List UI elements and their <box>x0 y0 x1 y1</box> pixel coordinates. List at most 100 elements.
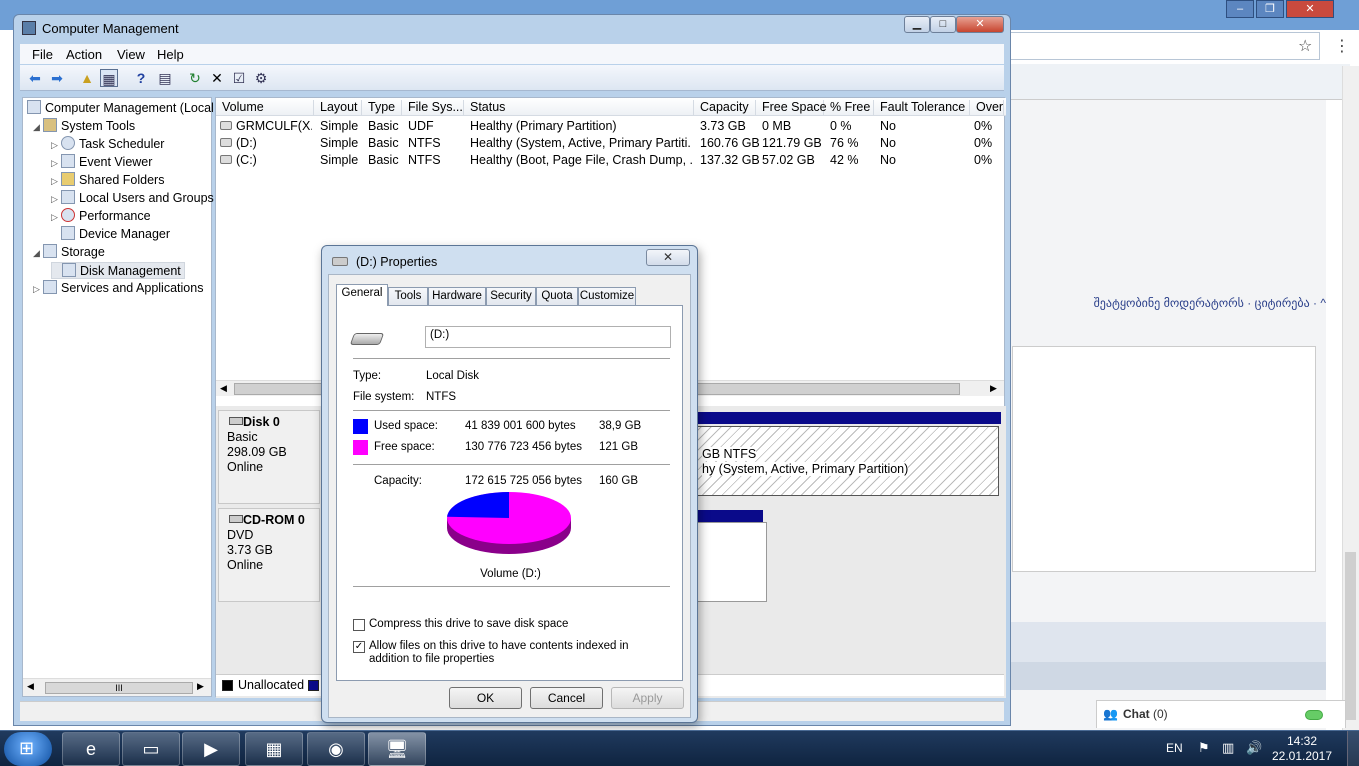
column-percent-free[interactable]: % Free <box>824 100 874 116</box>
forward-arrow-icon[interactable]: ➡ <box>48 69 66 87</box>
expand-arrow-icon[interactable]: ▷ <box>51 212 61 223</box>
delete-icon[interactable]: ✕ <box>208 69 226 87</box>
report-quote-links[interactable]: შეატყობინე მოდერატორს · ციტირება · ^ <box>1012 296 1326 310</box>
browser-maximize-button[interactable]: ❐ <box>1256 0 1284 18</box>
media-player-icon[interactable]: ▶ <box>182 732 240 766</box>
browser-scrollbar[interactable] <box>1342 66 1359 730</box>
expand-arrow-icon[interactable]: ▷ <box>51 158 61 169</box>
network-icon[interactable]: ▥ <box>1222 740 1234 756</box>
tree-item-shared-folders[interactable]: ▷ Shared Folders <box>51 172 164 187</box>
column-filesystem[interactable]: File Sys... <box>402 100 464 116</box>
chat-toggle-icon[interactable] <box>1305 710 1323 720</box>
tab-general[interactable]: General <box>336 284 388 306</box>
tree-item-device-manager[interactable]: Device Manager <box>51 226 170 241</box>
chat-bar[interactable]: 👥 Chat (0) <box>1096 700 1346 728</box>
compress-checkbox[interactable] <box>353 619 365 631</box>
collapse-arrow-icon[interactable]: ◢ <box>33 122 43 133</box>
browser-address-bar[interactable] <box>1010 32 1320 60</box>
column-layout[interactable]: Layout <box>314 100 362 116</box>
partition-d-block[interactable]: GB NTFS hy (System, Active, Primary Part… <box>691 426 999 496</box>
browser-menu-icon[interactable]: ⋮ <box>1334 36 1350 56</box>
check-icon[interactable]: ☑ <box>230 69 248 87</box>
cdrom-0-label[interactable]: CD-ROM 0 DVD 3.73 GB Online <box>218 508 320 602</box>
tab-security[interactable]: Security <box>486 287 536 305</box>
dialog-close-button[interactable]: ✕ <box>646 249 690 266</box>
close-button[interactable]: ✕ <box>956 16 1004 33</box>
scroll-right-icon[interactable]: ▶ <box>197 681 204 692</box>
up-folder-icon[interactable]: ▲ <box>78 69 96 87</box>
column-fault-tolerance[interactable]: Fault Tolerance <box>874 100 970 116</box>
internet-explorer-icon[interactable]: e <box>62 732 120 766</box>
scroll-right-icon[interactable]: ▶ <box>990 383 997 394</box>
browser-close-button[interactable]: ✕ <box>1286 0 1334 18</box>
usage-pie-chart <box>447 492 571 554</box>
tree-item-computer-management[interactable]: Computer Management (Local <box>27 100 214 115</box>
minimize-button[interactable]: ▁ <box>904 16 930 33</box>
drive-name-field[interactable]: (D:) <box>425 326 671 348</box>
clock[interactable]: 14:32 22.01.2017 <box>1270 734 1334 764</box>
properties-list-icon[interactable]: ▤ <box>156 69 174 87</box>
back-arrow-icon[interactable]: ⬅ <box>26 69 44 87</box>
table-row[interactable]: GRMCULF(X... Simple Basic UDF Healthy (P… <box>216 118 1004 134</box>
column-status[interactable]: Status <box>464 100 694 116</box>
tab-customize[interactable]: Customize <box>578 287 636 305</box>
column-volume[interactable]: Volume <box>216 100 314 116</box>
drive-icon <box>332 257 348 266</box>
table-row[interactable]: (D:) Simple Basic NTFS Healthy (System, … <box>216 135 1004 151</box>
scroll-thumb[interactable]: III <box>45 682 193 694</box>
expand-arrow-icon[interactable]: ▷ <box>51 140 61 151</box>
maximize-button[interactable]: □ <box>930 16 956 33</box>
settings-icon[interactable]: ⚙ <box>252 69 270 87</box>
ok-button[interactable]: OK <box>449 687 522 709</box>
menu-file[interactable]: File <box>32 47 53 62</box>
tools-icon <box>43 118 57 132</box>
control-panel-icon[interactable]: ▦ <box>245 732 303 766</box>
tab-quota[interactable]: Quota <box>536 287 578 305</box>
chrome-icon[interactable]: ◉ <box>307 732 365 766</box>
tree-item-local-users[interactable]: ▷ Local Users and Groups <box>51 190 214 205</box>
tree-item-task-scheduler[interactable]: ▷ Task Scheduler <box>51 136 164 151</box>
tree-item-storage[interactable]: ◢ Storage <box>33 244 105 259</box>
scroll-left-icon[interactable]: ◀ <box>27 681 34 692</box>
expand-arrow-icon[interactable]: ▷ <box>33 284 43 295</box>
computer-management-task-icon[interactable]: 🖥 <box>368 732 426 766</box>
tree-item-system-tools[interactable]: ◢ System Tools <box>33 118 135 133</box>
column-capacity[interactable]: Capacity <box>694 100 756 116</box>
show-desktop-button[interactable] <box>1347 731 1359 766</box>
tree-item-event-viewer[interactable]: ▷ Event Viewer <box>51 154 152 169</box>
tree-item-performance[interactable]: ▷ Performance <box>51 208 151 223</box>
menu-view[interactable]: View <box>117 47 145 62</box>
volume-icon[interactable]: 🔊 <box>1246 740 1262 756</box>
menu-help[interactable]: Help <box>157 47 184 62</box>
tab-hardware[interactable]: Hardware <box>428 287 486 305</box>
show-hide-tree-icon[interactable]: ▦ <box>100 69 118 87</box>
column-overhead[interactable]: Overh <box>970 100 1004 116</box>
expand-arrow-icon[interactable]: ▷ <box>51 194 61 205</box>
refresh-icon[interactable]: ↻ <box>186 69 204 87</box>
disk-0-label[interactable]: Disk 0 Basic 298.09 GB Online <box>218 410 320 504</box>
tab-tools[interactable]: Tools <box>388 287 428 305</box>
flag-icon[interactable]: ⚑ <box>1198 740 1210 756</box>
language-indicator[interactable]: EN <box>1166 741 1183 755</box>
bookmark-star-icon[interactable]: ☆ <box>1298 36 1312 56</box>
menu-action[interactable]: Action <box>66 47 102 62</box>
browser-minimize-button[interactable]: – <box>1226 0 1254 18</box>
column-type[interactable]: Type <box>362 100 402 116</box>
collapse-arrow-icon[interactable]: ◢ <box>33 248 43 259</box>
start-button[interactable]: ⊞ <box>4 732 52 766</box>
tree-horizontal-scrollbar[interactable]: ◀ III ▶ <box>23 678 211 696</box>
cancel-button[interactable]: Cancel <box>530 687 603 709</box>
expand-arrow-icon[interactable]: ▷ <box>51 176 61 187</box>
index-checkbox[interactable]: ✓ <box>353 641 365 653</box>
apply-button[interactable]: Apply <box>611 687 684 709</box>
tree-item-disk-management[interactable]: Disk Management <box>51 262 185 279</box>
scroll-left-icon[interactable]: ◀ <box>220 383 227 394</box>
cdrom-partition-block[interactable] <box>691 522 767 602</box>
table-row[interactable]: (C:) Simple Basic NTFS Healthy (Boot, Pa… <box>216 152 1004 168</box>
cell-status: Healthy (Primary Partition) <box>470 119 617 133</box>
help-icon[interactable]: ? <box>132 69 150 87</box>
tree-item-services-applications[interactable]: ▷ Services and Applications <box>33 280 203 295</box>
file-explorer-icon[interactable]: ▭ <box>122 732 180 766</box>
scroll-thumb[interactable] <box>1345 552 1356 720</box>
column-free-space[interactable]: Free Space <box>756 100 827 116</box>
